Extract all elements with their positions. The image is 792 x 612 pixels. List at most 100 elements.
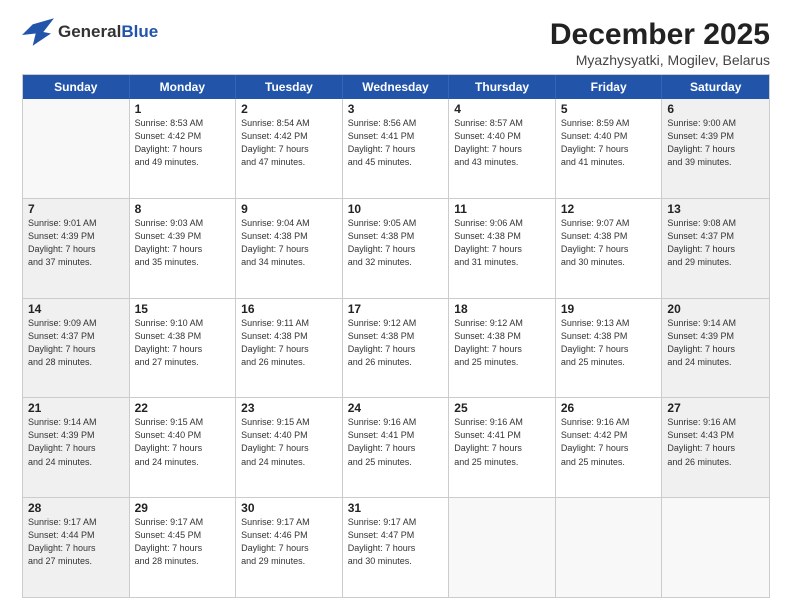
day-number: 31 bbox=[348, 501, 444, 515]
calendar-cell: 14Sunrise: 9:09 AM Sunset: 4:37 PM Dayli… bbox=[23, 299, 130, 398]
day-info: Sunrise: 9:11 AM Sunset: 4:38 PM Dayligh… bbox=[241, 317, 337, 369]
calendar-cell bbox=[23, 99, 130, 198]
calendar-cell: 1Sunrise: 8:53 AM Sunset: 4:42 PM Daylig… bbox=[130, 99, 237, 198]
day-info: Sunrise: 9:16 AM Sunset: 4:41 PM Dayligh… bbox=[454, 416, 550, 468]
day-number: 30 bbox=[241, 501, 337, 515]
day-info: Sunrise: 9:16 AM Sunset: 4:43 PM Dayligh… bbox=[667, 416, 764, 468]
calendar-cell: 19Sunrise: 9:13 AM Sunset: 4:38 PM Dayli… bbox=[556, 299, 663, 398]
calendar-cell: 3Sunrise: 8:56 AM Sunset: 4:41 PM Daylig… bbox=[343, 99, 450, 198]
day-number: 16 bbox=[241, 302, 337, 316]
day-number: 14 bbox=[28, 302, 124, 316]
day-number: 13 bbox=[667, 202, 764, 216]
day-info: Sunrise: 8:54 AM Sunset: 4:42 PM Dayligh… bbox=[241, 117, 337, 169]
day-info: Sunrise: 9:10 AM Sunset: 4:38 PM Dayligh… bbox=[135, 317, 231, 369]
calendar-cell: 25Sunrise: 9:16 AM Sunset: 4:41 PM Dayli… bbox=[449, 398, 556, 497]
day-info: Sunrise: 9:17 AM Sunset: 4:46 PM Dayligh… bbox=[241, 516, 337, 568]
calendar-cell: 23Sunrise: 9:15 AM Sunset: 4:40 PM Dayli… bbox=[236, 398, 343, 497]
day-info: Sunrise: 9:04 AM Sunset: 4:38 PM Dayligh… bbox=[241, 217, 337, 269]
weekday-header-saturday: Saturday bbox=[662, 75, 769, 99]
day-number: 17 bbox=[348, 302, 444, 316]
calendar-cell bbox=[449, 498, 556, 597]
calendar-body: 1Sunrise: 8:53 AM Sunset: 4:42 PM Daylig… bbox=[23, 99, 769, 597]
day-info: Sunrise: 9:06 AM Sunset: 4:38 PM Dayligh… bbox=[454, 217, 550, 269]
weekday-header-wednesday: Wednesday bbox=[343, 75, 450, 99]
calendar-cell: 9Sunrise: 9:04 AM Sunset: 4:38 PM Daylig… bbox=[236, 199, 343, 298]
calendar-cell: 8Sunrise: 9:03 AM Sunset: 4:39 PM Daylig… bbox=[130, 199, 237, 298]
day-number: 21 bbox=[28, 401, 124, 415]
calendar-row-2: 14Sunrise: 9:09 AM Sunset: 4:37 PM Dayli… bbox=[23, 298, 769, 398]
day-info: Sunrise: 9:17 AM Sunset: 4:47 PM Dayligh… bbox=[348, 516, 444, 568]
weekday-header-sunday: Sunday bbox=[23, 75, 130, 99]
calendar-cell: 13Sunrise: 9:08 AM Sunset: 4:37 PM Dayli… bbox=[662, 199, 769, 298]
day-info: Sunrise: 9:13 AM Sunset: 4:38 PM Dayligh… bbox=[561, 317, 657, 369]
calendar-row-3: 21Sunrise: 9:14 AM Sunset: 4:39 PM Dayli… bbox=[23, 397, 769, 497]
day-number: 3 bbox=[348, 102, 444, 116]
weekday-header-monday: Monday bbox=[130, 75, 237, 99]
calendar-cell: 6Sunrise: 9:00 AM Sunset: 4:39 PM Daylig… bbox=[662, 99, 769, 198]
day-number: 28 bbox=[28, 501, 124, 515]
day-number: 8 bbox=[135, 202, 231, 216]
calendar-cell: 31Sunrise: 9:17 AM Sunset: 4:47 PM Dayli… bbox=[343, 498, 450, 597]
calendar-cell: 4Sunrise: 8:57 AM Sunset: 4:40 PM Daylig… bbox=[449, 99, 556, 198]
calendar-cell: 15Sunrise: 9:10 AM Sunset: 4:38 PM Dayli… bbox=[130, 299, 237, 398]
day-info: Sunrise: 9:12 AM Sunset: 4:38 PM Dayligh… bbox=[348, 317, 444, 369]
day-info: Sunrise: 9:08 AM Sunset: 4:37 PM Dayligh… bbox=[667, 217, 764, 269]
day-number: 7 bbox=[28, 202, 124, 216]
calendar-cell: 20Sunrise: 9:14 AM Sunset: 4:39 PM Dayli… bbox=[662, 299, 769, 398]
calendar-row-4: 28Sunrise: 9:17 AM Sunset: 4:44 PM Dayli… bbox=[23, 497, 769, 597]
day-info: Sunrise: 9:16 AM Sunset: 4:42 PM Dayligh… bbox=[561, 416, 657, 468]
day-number: 18 bbox=[454, 302, 550, 316]
calendar-row-1: 7Sunrise: 9:01 AM Sunset: 4:39 PM Daylig… bbox=[23, 198, 769, 298]
day-info: Sunrise: 9:12 AM Sunset: 4:38 PM Dayligh… bbox=[454, 317, 550, 369]
calendar-cell: 26Sunrise: 9:16 AM Sunset: 4:42 PM Dayli… bbox=[556, 398, 663, 497]
header: GeneralBlue December 2025 Myazhysyatki, … bbox=[22, 18, 770, 68]
weekday-header-thursday: Thursday bbox=[449, 75, 556, 99]
day-number: 15 bbox=[135, 302, 231, 316]
day-number: 11 bbox=[454, 202, 550, 216]
calendar-cell: 29Sunrise: 9:17 AM Sunset: 4:45 PM Dayli… bbox=[130, 498, 237, 597]
day-info: Sunrise: 9:01 AM Sunset: 4:39 PM Dayligh… bbox=[28, 217, 124, 269]
day-info: Sunrise: 9:03 AM Sunset: 4:39 PM Dayligh… bbox=[135, 217, 231, 269]
day-info: Sunrise: 8:53 AM Sunset: 4:42 PM Dayligh… bbox=[135, 117, 231, 169]
calendar-cell bbox=[662, 498, 769, 597]
day-info: Sunrise: 9:17 AM Sunset: 4:45 PM Dayligh… bbox=[135, 516, 231, 568]
weekday-header-friday: Friday bbox=[556, 75, 663, 99]
calendar-cell: 21Sunrise: 9:14 AM Sunset: 4:39 PM Dayli… bbox=[23, 398, 130, 497]
day-number: 10 bbox=[348, 202, 444, 216]
calendar-cell: 7Sunrise: 9:01 AM Sunset: 4:39 PM Daylig… bbox=[23, 199, 130, 298]
day-info: Sunrise: 8:56 AM Sunset: 4:41 PM Dayligh… bbox=[348, 117, 444, 169]
calendar-cell: 28Sunrise: 9:17 AM Sunset: 4:44 PM Dayli… bbox=[23, 498, 130, 597]
day-info: Sunrise: 9:15 AM Sunset: 4:40 PM Dayligh… bbox=[241, 416, 337, 468]
day-info: Sunrise: 9:16 AM Sunset: 4:41 PM Dayligh… bbox=[348, 416, 444, 468]
calendar-cell: 2Sunrise: 8:54 AM Sunset: 4:42 PM Daylig… bbox=[236, 99, 343, 198]
title-area: December 2025 Myazhysyatki, Mogilev, Bel… bbox=[550, 18, 770, 68]
day-number: 26 bbox=[561, 401, 657, 415]
day-info: Sunrise: 9:14 AM Sunset: 4:39 PM Dayligh… bbox=[667, 317, 764, 369]
calendar-cell: 27Sunrise: 9:16 AM Sunset: 4:43 PM Dayli… bbox=[662, 398, 769, 497]
calendar-cell: 12Sunrise: 9:07 AM Sunset: 4:38 PM Dayli… bbox=[556, 199, 663, 298]
calendar-cell: 17Sunrise: 9:12 AM Sunset: 4:38 PM Dayli… bbox=[343, 299, 450, 398]
day-info: Sunrise: 9:05 AM Sunset: 4:38 PM Dayligh… bbox=[348, 217, 444, 269]
day-number: 19 bbox=[561, 302, 657, 316]
logo: GeneralBlue bbox=[22, 18, 158, 46]
day-info: Sunrise: 9:00 AM Sunset: 4:39 PM Dayligh… bbox=[667, 117, 764, 169]
day-info: Sunrise: 8:59 AM Sunset: 4:40 PM Dayligh… bbox=[561, 117, 657, 169]
logo-icon bbox=[22, 18, 54, 46]
calendar-cell: 24Sunrise: 9:16 AM Sunset: 4:41 PM Dayli… bbox=[343, 398, 450, 497]
calendar-cell: 11Sunrise: 9:06 AM Sunset: 4:38 PM Dayli… bbox=[449, 199, 556, 298]
day-number: 2 bbox=[241, 102, 337, 116]
day-number: 1 bbox=[135, 102, 231, 116]
day-info: Sunrise: 9:09 AM Sunset: 4:37 PM Dayligh… bbox=[28, 317, 124, 369]
calendar-cell: 16Sunrise: 9:11 AM Sunset: 4:38 PM Dayli… bbox=[236, 299, 343, 398]
calendar: SundayMondayTuesdayWednesdayThursdayFrid… bbox=[22, 74, 770, 598]
day-number: 6 bbox=[667, 102, 764, 116]
calendar-cell: 18Sunrise: 9:12 AM Sunset: 4:38 PM Dayli… bbox=[449, 299, 556, 398]
day-info: Sunrise: 9:14 AM Sunset: 4:39 PM Dayligh… bbox=[28, 416, 124, 468]
page: GeneralBlue December 2025 Myazhysyatki, … bbox=[0, 0, 792, 612]
weekday-header-tuesday: Tuesday bbox=[236, 75, 343, 99]
logo-blue: Blue bbox=[121, 22, 158, 41]
location: Myazhysyatki, Mogilev, Belarus bbox=[550, 52, 770, 68]
day-info: Sunrise: 9:17 AM Sunset: 4:44 PM Dayligh… bbox=[28, 516, 124, 568]
day-number: 25 bbox=[454, 401, 550, 415]
calendar-cell bbox=[556, 498, 663, 597]
